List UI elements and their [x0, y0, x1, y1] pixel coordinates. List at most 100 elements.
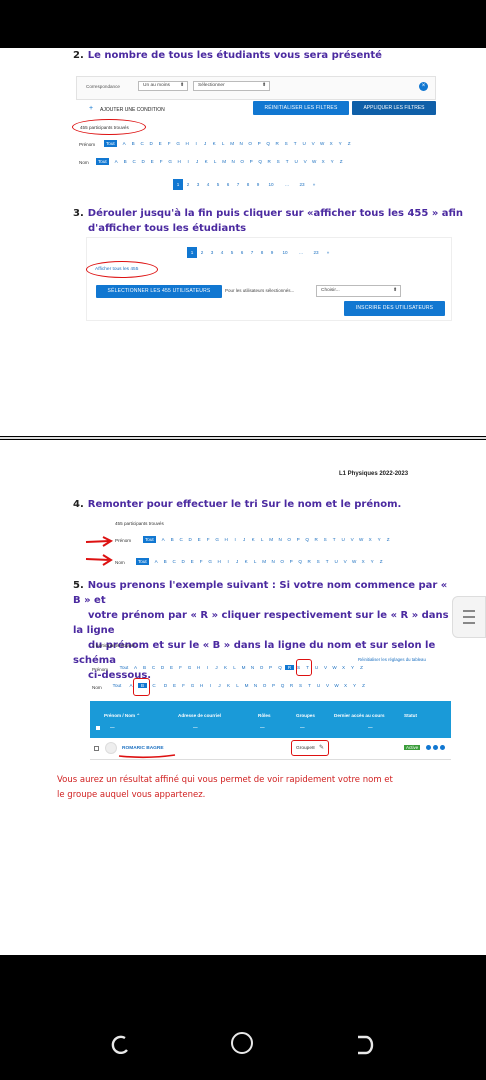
letter-g[interactable]: G: [185, 665, 194, 670]
letter-h[interactable]: H: [183, 141, 192, 146]
letter-b[interactable]: B: [161, 559, 170, 564]
col-status[interactable]: Statut: [404, 713, 417, 718]
col-name[interactable]: Prénom / Nom ⌃: [104, 713, 140, 719]
page-link[interactable]: 10: [263, 179, 279, 190]
select-all-checkbox[interactable]: [96, 726, 100, 730]
letter-w[interactable]: W: [350, 559, 359, 564]
page-link[interactable]: 23: [295, 179, 309, 190]
letter-q[interactable]: Q: [275, 665, 285, 670]
lastname-all-button[interactable]: Tout: [136, 558, 149, 565]
letter-p[interactable]: P: [255, 141, 264, 146]
letter-f[interactable]: F: [197, 559, 206, 564]
remove-condition-icon[interactable]: ×: [419, 82, 428, 91]
letter-o[interactable]: O: [278, 559, 287, 564]
letter-h[interactable]: H: [194, 665, 203, 670]
letter-d[interactable]: D: [179, 559, 188, 564]
letter-m[interactable]: M: [267, 537, 276, 542]
letter-m[interactable]: M: [260, 559, 269, 564]
letter-y[interactable]: Y: [328, 159, 337, 164]
page-link[interactable]: 1: [187, 247, 197, 258]
letter-l[interactable]: L: [219, 141, 228, 146]
page-link[interactable]: 3: [193, 179, 203, 190]
letter-e[interactable]: E: [148, 159, 157, 164]
letter-v[interactable]: V: [348, 537, 357, 542]
letter-l[interactable]: L: [233, 683, 242, 688]
letter-t[interactable]: T: [291, 141, 300, 146]
page-link[interactable]: 6: [237, 247, 247, 258]
letter-g[interactable]: G: [166, 159, 175, 164]
page-link[interactable]: 9: [253, 179, 263, 190]
letter-w[interactable]: W: [357, 537, 366, 542]
page-link[interactable]: 8: [257, 247, 267, 258]
letter-y[interactable]: Y: [350, 683, 359, 688]
letter-k[interactable]: K: [249, 537, 258, 542]
filter-type-select[interactable]: Sélectionner ⬍: [193, 81, 270, 91]
letter-e[interactable]: E: [156, 141, 165, 146]
letter-r[interactable]: R: [305, 559, 314, 564]
letter-v[interactable]: V: [341, 559, 350, 564]
letter-s[interactable]: S: [321, 537, 330, 542]
next-page-icon[interactable]: »: [323, 247, 333, 258]
letter-q[interactable]: Q: [303, 537, 312, 542]
letter-u[interactable]: U: [332, 559, 341, 564]
letter-t[interactable]: T: [305, 683, 314, 688]
letter-o[interactable]: O: [246, 141, 255, 146]
col-last-access[interactable]: Dernier accès au cours: [334, 713, 385, 718]
apply-filters-button[interactable]: APPLIQUER LES FILTRES: [352, 101, 436, 115]
letter-d[interactable]: D: [158, 665, 167, 670]
letter-i[interactable]: I: [192, 141, 201, 146]
bulk-action-select[interactable]: Choisir... ⬍: [316, 285, 401, 297]
collapse-email-icon[interactable]: —: [193, 725, 198, 730]
letter-m[interactable]: M: [239, 665, 248, 670]
letter-g[interactable]: G: [206, 559, 215, 564]
letter-l[interactable]: L: [251, 559, 260, 564]
letter-z[interactable]: Z: [359, 683, 368, 688]
row-checkbox[interactable]: [94, 746, 99, 751]
collapse-groups-icon[interactable]: —: [300, 725, 305, 730]
letter-s[interactable]: S: [314, 559, 323, 564]
letter-n[interactable]: N: [269, 559, 278, 564]
page-link[interactable]: 1: [173, 179, 183, 190]
letter-v[interactable]: V: [321, 665, 330, 670]
letter-t[interactable]: T: [323, 559, 332, 564]
letter-e[interactable]: E: [167, 665, 176, 670]
letter-b[interactable]: B: [140, 665, 149, 670]
letter-f[interactable]: F: [204, 537, 213, 542]
letter-g[interactable]: G: [188, 683, 197, 688]
letter-e[interactable]: E: [195, 537, 204, 542]
lastname-all-button[interactable]: Tout: [110, 683, 124, 688]
letter-d[interactable]: D: [147, 141, 156, 146]
reset-table-preferences-link[interactable]: Réinitialiser les réglages du tableau: [358, 657, 426, 662]
letter-a[interactable]: A: [112, 159, 121, 164]
letter-a[interactable]: A: [152, 559, 161, 564]
letter-a[interactable]: A: [120, 141, 129, 146]
match-select[interactable]: Un au moins ⬍: [138, 81, 188, 91]
firstname-all-button[interactable]: Tout: [117, 665, 131, 670]
letter-o[interactable]: O: [260, 683, 269, 688]
letter-p[interactable]: P: [266, 665, 275, 670]
letter-x[interactable]: X: [327, 141, 336, 146]
firstname-all-button[interactable]: Tout: [143, 536, 156, 543]
letter-p[interactable]: P: [294, 537, 303, 542]
letter-d[interactable]: D: [139, 159, 148, 164]
letter-r[interactable]: R: [287, 683, 296, 688]
letter-w[interactable]: W: [310, 159, 319, 164]
letter-w[interactable]: W: [318, 141, 327, 146]
letter-u[interactable]: U: [314, 683, 323, 688]
add-condition-link[interactable]: AJOUTER UNE CONDITION: [100, 107, 165, 113]
letter-f[interactable]: F: [179, 683, 188, 688]
letter-n[interactable]: N: [248, 665, 257, 670]
letter-q[interactable]: Q: [264, 141, 273, 146]
letter-w[interactable]: W: [330, 665, 339, 670]
col-email[interactable]: Adresse de courriel: [178, 713, 221, 718]
page-link[interactable]: 5: [227, 247, 237, 258]
page-link[interactable]: 6: [223, 179, 233, 190]
letter-r-selected[interactable]: R: [285, 665, 294, 670]
letter-x[interactable]: X: [366, 537, 375, 542]
letter-n[interactable]: N: [237, 141, 246, 146]
page-link[interactable]: 10: [277, 247, 293, 258]
page-link[interactable]: 3: [207, 247, 217, 258]
letter-k[interactable]: K: [210, 141, 219, 146]
next-page-icon[interactable]: »: [309, 179, 319, 190]
letter-h[interactable]: H: [175, 159, 184, 164]
